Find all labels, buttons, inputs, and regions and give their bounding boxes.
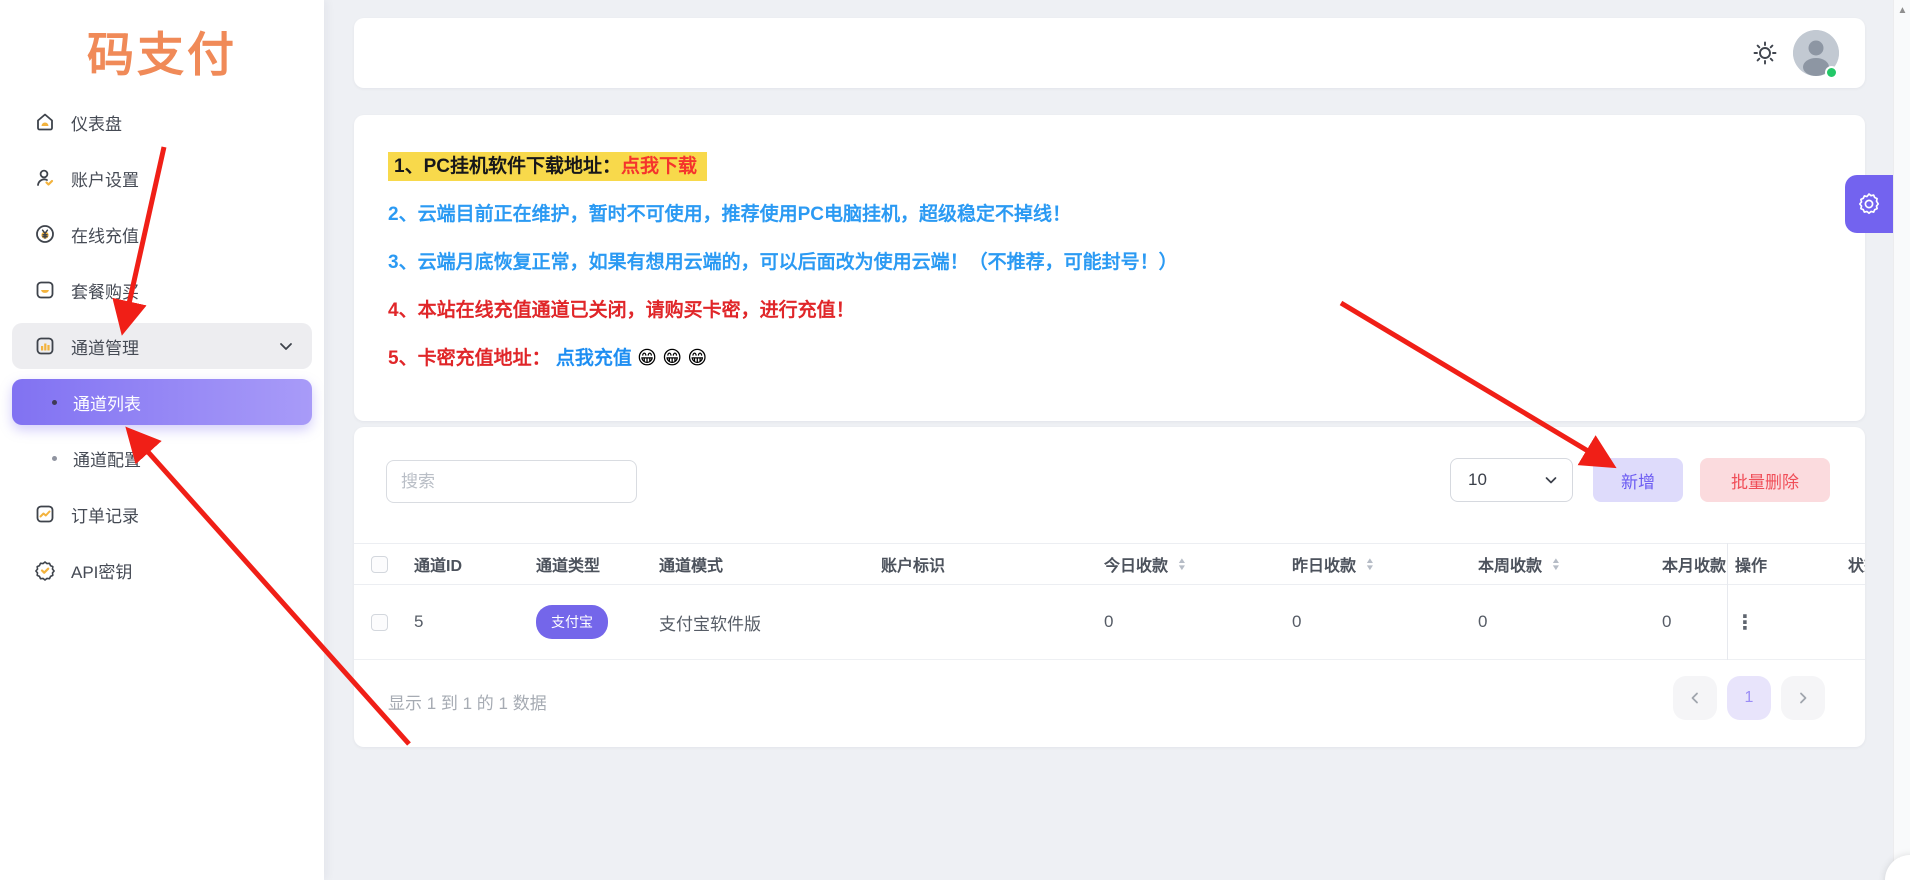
- announcement-panel: 1、PC挂机软件下载地址：点我下载 2、云端目前正在维护，暂时不可使用，推荐使用…: [354, 115, 1865, 421]
- sidebar-item-channel-management[interactable]: 通道管理: [12, 323, 312, 369]
- alipay-badge: 支付宝: [536, 605, 608, 639]
- col-channel-type: 通道类型: [536, 558, 601, 575]
- prev-page-button[interactable]: [1673, 676, 1717, 720]
- cell-channel-mode: 支付宝软件版: [659, 614, 761, 634]
- chevron-down-icon: [278, 339, 294, 353]
- sort-icon[interactable]: ▲ ▼: [1177, 557, 1187, 572]
- bar-chart-icon: [34, 335, 56, 357]
- cell-actions: ⋮: [1735, 585, 1755, 659]
- dashboard-icon: [34, 111, 56, 133]
- chevron-down-icon: [1545, 477, 1557, 484]
- user-settings-icon: [34, 167, 56, 189]
- notice-line-5: 5、卡密充值地址： 点我充值 😁 😁 😁: [388, 343, 707, 370]
- batch-delete-button[interactable]: 批量删除: [1700, 458, 1830, 502]
- sidebar-item-label: 通道管理: [71, 338, 139, 358]
- col-channel-id: 通道ID: [414, 558, 463, 575]
- sidebar-item-channel-list[interactable]: 通道列表: [12, 379, 312, 425]
- recharge-link[interactable]: 点我充值: [556, 348, 632, 369]
- sidebar-item-order-records[interactable]: 订单记录: [12, 491, 312, 537]
- select-all-cell: [371, 544, 388, 584]
- sidebar-item-label: 通道配置: [73, 450, 141, 470]
- page-size-select[interactable]: 10: [1450, 458, 1573, 502]
- sidebar-item-online-recharge[interactable]: 在线充值: [12, 211, 312, 257]
- kebab-menu-icon[interactable]: ⋮: [1735, 610, 1755, 635]
- chevron-left-icon: [1691, 692, 1698, 704]
- sidebar-item-package-purchase[interactable]: 套餐购买: [12, 267, 312, 313]
- package-icon: [34, 279, 56, 301]
- page-size-value: 10: [1468, 470, 1487, 489]
- row-checkbox[interactable]: [371, 613, 388, 631]
- cell-today-income: 0: [1104, 612, 1114, 631]
- col-today-income[interactable]: 今日收款 ▲ ▼: [1104, 544, 1187, 584]
- top-bar: [354, 18, 1865, 88]
- sticky-column-divider: [1727, 543, 1728, 660]
- next-page-button[interactable]: [1781, 676, 1825, 720]
- col-clipped: 状态: [1848, 558, 1865, 575]
- sidebar-item-label: 套餐购买: [71, 282, 139, 302]
- grin-emojis: 😁 😁 😁: [637, 348, 708, 369]
- sidebar-item-label: 账户设置: [71, 170, 139, 190]
- row-select-cell: [371, 585, 388, 659]
- gear-icon: [1858, 193, 1880, 215]
- sidebar-item-api-key[interactable]: API密钥: [12, 547, 312, 593]
- col-month-income: 本月收款: [1662, 558, 1727, 575]
- cell-channel-id: 5: [414, 612, 424, 631]
- cell-month-income: 0: [1662, 612, 1672, 631]
- col-channel-mode: 通道模式: [659, 558, 724, 575]
- sidebar-item-label: API密钥: [71, 562, 133, 582]
- sidebar-item-label: 通道列表: [73, 394, 141, 414]
- notice-line-4: 4、本站在线充值通道已关闭，请购买卡密，进行充值！: [388, 300, 855, 321]
- sidebar-item-dashboard[interactable]: 仪表盘: [12, 99, 312, 145]
- table-header-row: 通道ID 通道类型 通道模式 账户标识 今日收款 ▲ ▼ 昨日收款 ▲ ▼ 本周收款 ▲ ▼…: [354, 543, 1865, 585]
- settings-fab-button[interactable]: [1845, 175, 1893, 233]
- sidebar-item-channel-config[interactable]: 通道配置: [12, 435, 312, 481]
- sidebar-item-account-settings[interactable]: 账户设置: [12, 155, 312, 201]
- add-button[interactable]: 新增: [1593, 458, 1683, 502]
- theme-toggle-button[interactable]: [1745, 33, 1785, 73]
- notice-line-2: 2、云端目前正在维护，暂时不可使用，推荐使用PC电脑挂机，超级稳定不掉线！: [388, 204, 1071, 225]
- table-row: 5 支付宝 支付宝软件版 0 0 0 0 ⋮: [354, 585, 1865, 660]
- col-account-id: 账户标识: [881, 558, 946, 575]
- app-logo: 码支付: [87, 28, 237, 81]
- api-key-icon: [34, 559, 56, 581]
- page-scrollbar[interactable]: ▲ ▼: [1893, 0, 1910, 880]
- cell-yesterday-income: 0: [1292, 612, 1302, 631]
- col-week-income[interactable]: 本周收款 ▲ ▼: [1478, 544, 1561, 584]
- col-actions: 操作: [1735, 558, 1768, 575]
- trend-chart-icon: [34, 503, 56, 525]
- corner-float-button: [1885, 855, 1910, 880]
- sidebar-menu: 仪表盘 账户设置 在线充值 套餐购买 通道管理 通道列表 通道配置 订单记录 A…: [0, 99, 324, 593]
- sort-icon[interactable]: ▲ ▼: [1551, 557, 1561, 572]
- select-all-checkbox[interactable]: [371, 555, 388, 573]
- pagination: 1: [1673, 676, 1825, 720]
- col-yesterday-income[interactable]: 昨日收款 ▲ ▼: [1292, 544, 1375, 584]
- channel-table-panel: 10 新增 批量删除 通道ID 通道类型 通道模式 账户标识 今日收款▲▼ 昨日…: [354, 427, 1865, 747]
- bullet-dot-icon: [52, 399, 57, 405]
- notice-5-text: 5、卡密充值地址：: [388, 348, 551, 369]
- cell-week-income: 0: [1478, 612, 1488, 631]
- sidebar-item-label: 仪表盘: [71, 114, 122, 134]
- download-link[interactable]: 点我下载: [621, 156, 697, 177]
- search-input[interactable]: [386, 460, 637, 503]
- online-status-dot: [1825, 66, 1838, 79]
- notice-line-3: 3、云端月底恢复正常，如果有想用云端的，可以后面改为使用云端！（不推荐，可能封号…: [388, 252, 1178, 273]
- recharge-icon: [34, 223, 56, 245]
- bullet-dot-icon: [52, 455, 57, 461]
- page-1-button[interactable]: 1: [1727, 676, 1771, 720]
- chevron-right-icon: [1800, 692, 1807, 704]
- scroll-up-icon[interactable]: ▲: [1894, 5, 1910, 16]
- sidebar-item-label: 在线充值: [71, 226, 139, 246]
- cell-channel-type: 支付宝: [536, 585, 608, 659]
- sun-icon: [1753, 41, 1777, 65]
- sort-icon[interactable]: ▲ ▼: [1365, 557, 1375, 572]
- sidebar-item-label: 订单记录: [71, 506, 139, 526]
- table-footer-info: 显示 1 到 1 的 1 数据: [388, 694, 547, 713]
- highlighted-notice: 1、PC挂机软件下载地址：点我下载: [388, 152, 707, 181]
- notice-line-1: 1、PC挂机软件下载地址：点我下载: [388, 151, 707, 181]
- notice-1-text: 1、PC挂机软件下载地址：: [394, 156, 621, 177]
- sidebar: 码支付 仪表盘 账户设置 在线充值 套餐购买 通道管理 通道列表 通道配置 订单…: [0, 0, 324, 880]
